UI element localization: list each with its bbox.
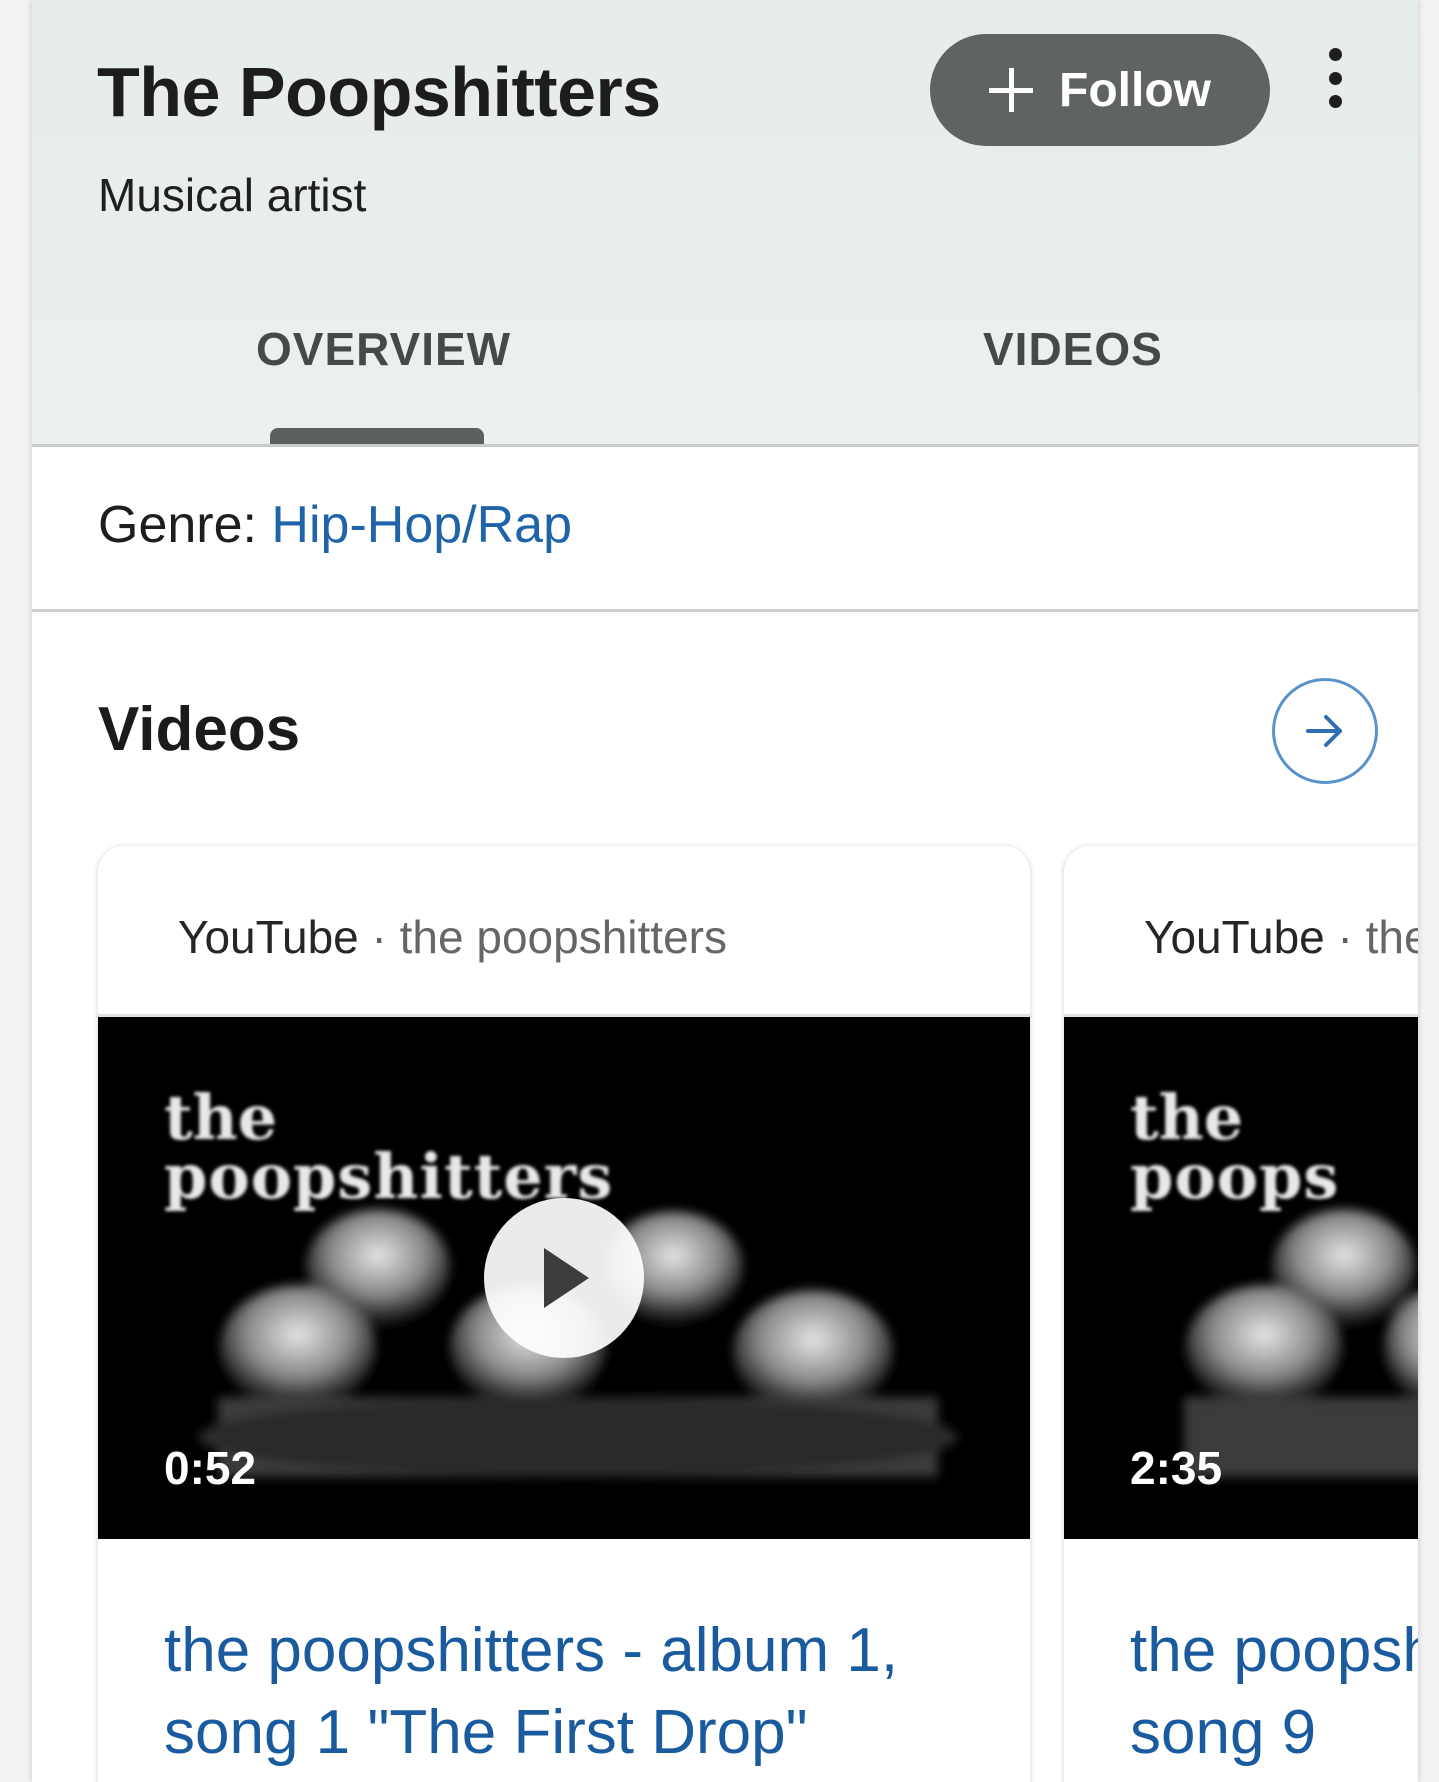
entity-type: Musical artist bbox=[98, 169, 367, 221]
tab-videos[interactable]: VIDEOS bbox=[983, 322, 1163, 376]
source-site: YouTube bbox=[178, 911, 359, 963]
channel-name: the bbox=[1365, 911, 1418, 963]
channel-name: the poopshitters bbox=[399, 911, 727, 963]
video-title-link[interactable]: the poopshitters - album 1, song 1 "The … bbox=[164, 1610, 984, 1774]
video-duration: 2:35 bbox=[1130, 1442, 1223, 1494]
video-thumbnail[interactable]: the poops 2:35 bbox=[1064, 1017, 1418, 1539]
follow-label: Follow bbox=[1059, 63, 1211, 117]
video-title-link[interactable]: the poopsh song 9 bbox=[1130, 1610, 1418, 1774]
videos-more-button[interactable] bbox=[1272, 678, 1378, 784]
more-vert-icon[interactable] bbox=[1320, 48, 1350, 108]
videos-section-title: Videos bbox=[98, 695, 301, 764]
genre-label: Genre: bbox=[98, 496, 272, 554]
active-tab-indicator bbox=[270, 428, 484, 444]
arrow-right-icon bbox=[1306, 715, 1342, 747]
thumb-text-line: poops bbox=[1130, 1139, 1340, 1213]
play-button[interactable] bbox=[484, 1198, 644, 1358]
plus-icon bbox=[989, 68, 1034, 112]
panel-header: The Poopshitters Musical artist Follow O… bbox=[32, 0, 1418, 447]
follow-button[interactable]: Follow bbox=[930, 34, 1270, 146]
video-source: YouTube · the bbox=[1144, 910, 1418, 964]
video-card[interactable]: YouTube · the the poops 2:35 the poopsh … bbox=[1064, 846, 1418, 1782]
video-thumbnail[interactable]: the poopshitters 0:52 bbox=[98, 1017, 1030, 1539]
thumbnail-text: the poops bbox=[1130, 1087, 1340, 1213]
video-source: YouTube · the poopshitters bbox=[178, 910, 727, 964]
tab-overview[interactable]: OVERVIEW bbox=[256, 322, 511, 376]
genre-field: Genre: Hip-Hop/Rap bbox=[98, 495, 572, 555]
video-duration: 0:52 bbox=[164, 1442, 257, 1494]
genre-link[interactable]: Hip-Hop/Rap bbox=[271, 496, 572, 554]
page-title: The Poopshitters bbox=[97, 53, 661, 131]
knowledge-panel: The Poopshitters Musical artist Follow O… bbox=[32, 0, 1418, 1782]
video-card[interactable]: YouTube · the poopshitters the poopshitt… bbox=[98, 846, 1030, 1782]
source-separator: · bbox=[1324, 911, 1366, 963]
source-site: YouTube bbox=[1144, 911, 1325, 963]
source-separator: · bbox=[358, 911, 400, 963]
play-icon bbox=[544, 1248, 589, 1308]
thumb-text-line: poopshitters bbox=[164, 1139, 614, 1213]
thumbnail-text: the poopshitters bbox=[164, 1087, 614, 1213]
genre-row: Genre: Hip-Hop/Rap bbox=[32, 447, 1418, 612]
